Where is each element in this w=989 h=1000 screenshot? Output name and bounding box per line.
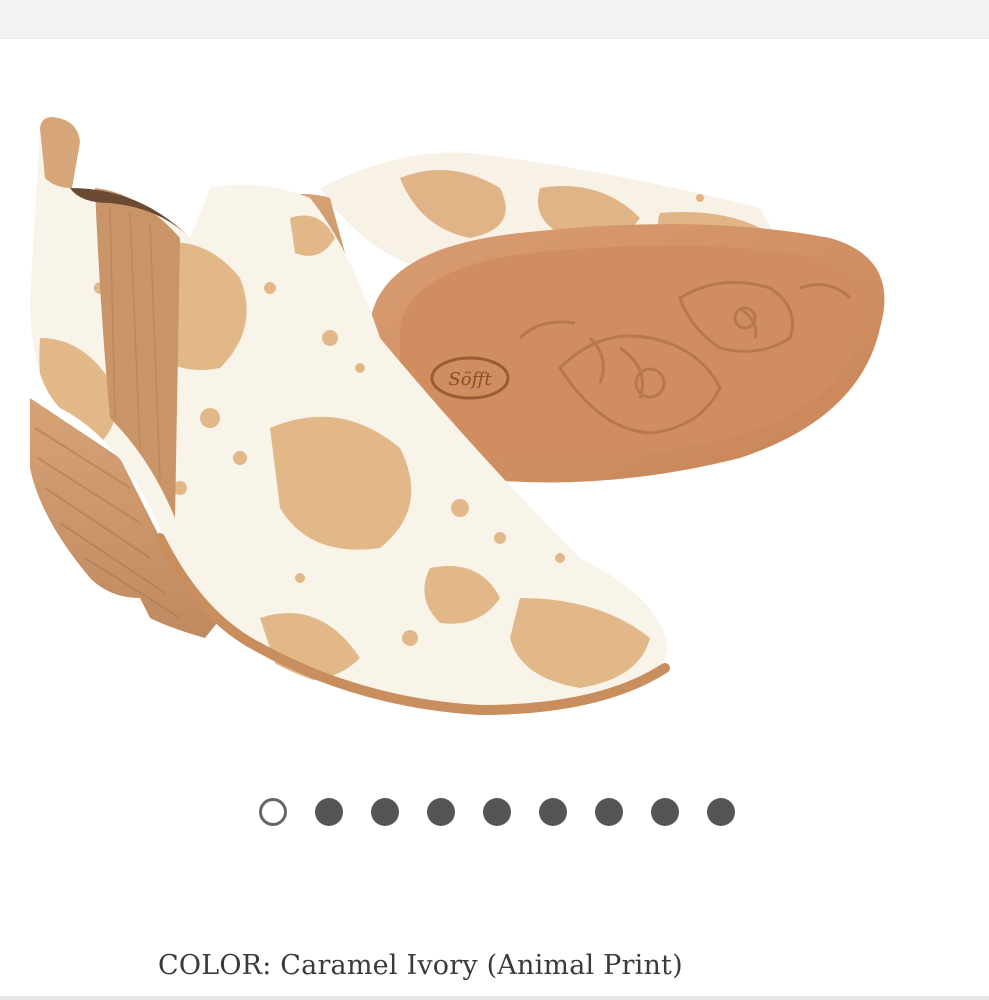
carousel-dot-9[interactable] [706,798,735,826]
brand-stamp: Söfft [448,369,492,390]
bottom-divider [0,996,989,1000]
carousel-dot-1[interactable] [258,798,287,826]
carousel-dot-4[interactable] [426,798,455,826]
color-info: COLOR: Caramel Ivory (Animal Print) [158,950,683,990]
color-value: Caramel Ivory (Animal Print) [280,950,683,981]
carousel-dot-8[interactable] [650,798,679,826]
carousel-dot-3[interactable] [370,798,399,826]
carousel-dot-7[interactable] [594,798,623,826]
image-carousel-dots [0,797,989,827]
carousel-dot-6[interactable] [538,798,567,826]
carousel-dot-2[interactable] [314,798,343,826]
product-image[interactable]: Söfft [0,38,989,778]
top-bar [0,0,989,39]
carousel-dot-5[interactable] [482,798,511,826]
color-label: COLOR: [158,950,272,981]
